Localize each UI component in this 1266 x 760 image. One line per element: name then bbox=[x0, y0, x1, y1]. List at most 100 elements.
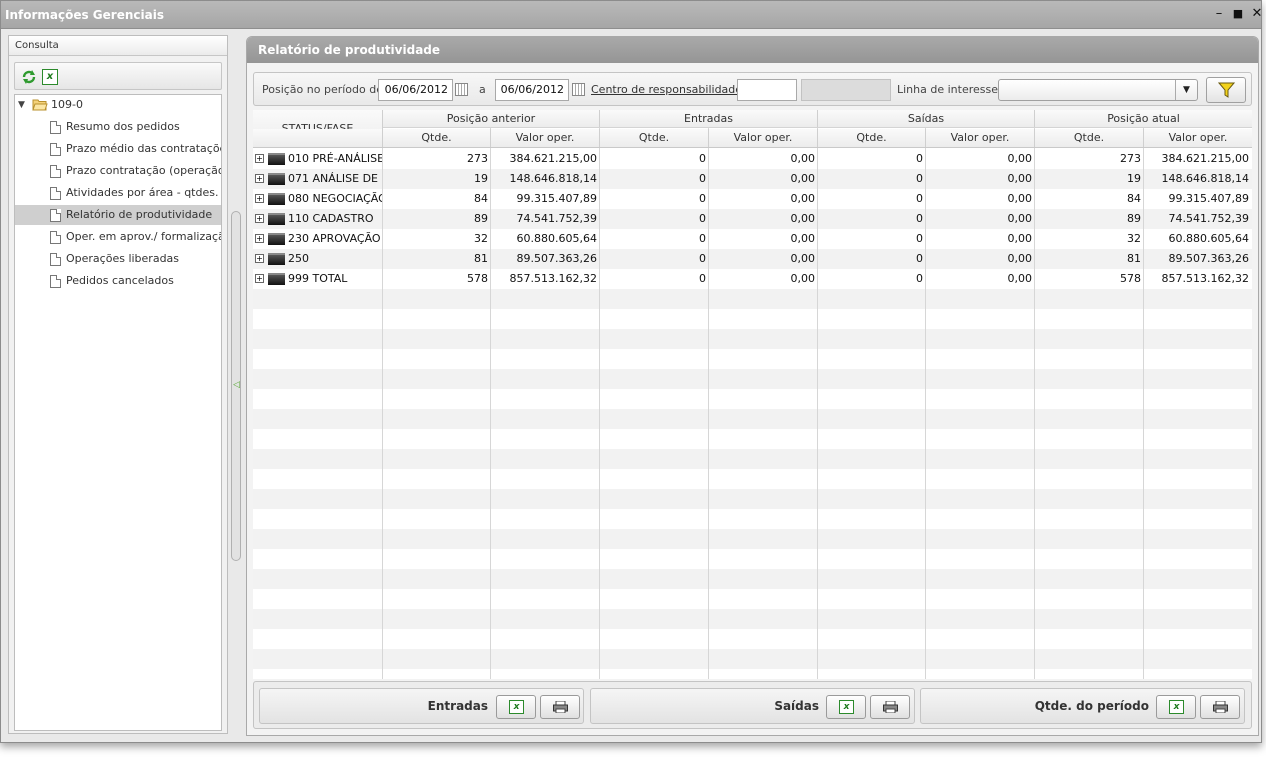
empty-row bbox=[253, 369, 1252, 389]
calendar-to-icon[interactable] bbox=[572, 83, 585, 96]
valor-cell: 74.541.752,39 bbox=[516, 212, 597, 225]
refresh-icon[interactable] bbox=[21, 69, 37, 85]
center-link[interactable]: Centro de responsabilidade: bbox=[591, 83, 746, 96]
status-cell: 250 bbox=[288, 252, 309, 265]
excel-export-icon[interactable]: x bbox=[42, 69, 58, 85]
entradas-excel-button[interactable]: x bbox=[496, 695, 536, 719]
tree-item[interactable]: Operações liberadas bbox=[15, 249, 221, 269]
query-panel-header: Consulta bbox=[9, 36, 227, 56]
qtde-cell: 578 bbox=[467, 272, 488, 285]
tree-item-label: Resumo dos pedidos bbox=[66, 120, 180, 133]
panel-splitter[interactable]: ◁ bbox=[231, 211, 241, 561]
empty-row bbox=[253, 489, 1252, 509]
tree-item-label: Relatório de produtividade bbox=[66, 208, 213, 221]
qtde-cell: 32 bbox=[1127, 232, 1141, 245]
valor-cell: 148.646.818,14 bbox=[509, 172, 597, 185]
qtde-cell: 0 bbox=[916, 212, 923, 225]
saidas-print-button[interactable] bbox=[870, 695, 910, 719]
qtde-column-header[interactable]: Qtde. bbox=[383, 129, 491, 147]
valor-column-header[interactable]: Valor oper. bbox=[491, 129, 600, 147]
expand-row-icon[interactable]: + bbox=[255, 154, 264, 163]
table-row[interactable]: +010 PRÉ-ANÁLISE 273 384.621.215,00 0 0,00 0 0… bbox=[253, 149, 1252, 169]
tree-item[interactable]: Atividades por área - qtdes. bbox=[15, 183, 221, 203]
periodo-print-button[interactable] bbox=[1200, 695, 1240, 719]
valor-cell: 0,00 bbox=[1007, 232, 1033, 245]
tree-item-label: Prazo médio das contratações bbox=[66, 142, 221, 155]
valor-cell: 0,00 bbox=[1007, 192, 1033, 205]
valor-column-header[interactable]: Valor oper. bbox=[709, 129, 818, 147]
date-from-input[interactable]: 06/06/2012 bbox=[378, 79, 453, 101]
folder-icon bbox=[268, 173, 285, 185]
valor-cell: 99.315.407,89 bbox=[1168, 192, 1249, 205]
periodo-excel-button[interactable]: x bbox=[1156, 695, 1196, 719]
center-code-input[interactable] bbox=[737, 79, 797, 101]
title-bar: Informações Gerenciais – ■ ✕ bbox=[1, 1, 1262, 29]
qtde-cell: 273 bbox=[467, 152, 488, 165]
apply-filter-button[interactable] bbox=[1206, 77, 1246, 103]
qtde-column-header[interactable]: Qtde. bbox=[1035, 129, 1144, 147]
table-row[interactable]: +250 81 89.507.363,26 0 0,00 0 0,00 81 89.507.36… bbox=[253, 249, 1252, 269]
report-tree: ▼ 109-0 Resumo dos pedidos Prazo médio da… bbox=[14, 94, 222, 731]
group-header-saidas: Saídas bbox=[818, 110, 1035, 127]
grid-line bbox=[599, 110, 600, 679]
tree-item[interactable]: Pedidos cancelados bbox=[15, 271, 221, 291]
expand-row-icon[interactable]: + bbox=[255, 214, 264, 223]
document-icon bbox=[50, 209, 61, 222]
chevron-down-icon[interactable]: ▼ bbox=[1175, 80, 1197, 100]
saidas-excel-button[interactable]: x bbox=[826, 695, 866, 719]
empty-row bbox=[253, 349, 1252, 369]
expand-row-icon[interactable]: + bbox=[255, 174, 264, 183]
tree-root-node[interactable]: ▼ 109-0 bbox=[15, 95, 221, 115]
interest-select[interactable]: ▼ bbox=[998, 79, 1198, 101]
valor-cell: 0,00 bbox=[1007, 172, 1033, 185]
qtde-column-header[interactable]: Qtde. bbox=[818, 129, 926, 147]
folder-open-icon bbox=[32, 99, 48, 111]
maximize-icon[interactable]: ■ bbox=[1230, 6, 1246, 22]
tree-item[interactable]: Prazo médio das contratações bbox=[15, 139, 221, 159]
expand-row-icon[interactable]: + bbox=[255, 234, 264, 243]
minimize-icon[interactable]: – bbox=[1211, 6, 1227, 22]
valor-column-header[interactable]: Valor oper. bbox=[1144, 129, 1252, 147]
tree-item[interactable]: Oper. em aprov./ formalizaçã bbox=[15, 227, 221, 247]
tree-item-label: Atividades por área - qtdes. bbox=[66, 186, 219, 199]
qtde-cell: 89 bbox=[474, 212, 488, 225]
collapse-arrow-icon[interactable]: ▼ bbox=[18, 95, 25, 115]
interest-label: Linha de interesse: bbox=[897, 83, 1002, 96]
valor-column-header[interactable]: Valor oper. bbox=[926, 129, 1035, 147]
excel-icon: x bbox=[839, 700, 854, 714]
empty-row bbox=[253, 529, 1252, 549]
table-row[interactable]: +230 APROVAÇÃO 32 60.880.605,64 0 0,00 0 0,00 3… bbox=[253, 229, 1252, 249]
qtde-column-header[interactable]: Qtde. bbox=[600, 129, 709, 147]
close-icon[interactable]: ✕ bbox=[1249, 6, 1265, 22]
tree-item-label: Prazo contratação (operação) bbox=[66, 164, 221, 177]
valor-cell: 0,00 bbox=[790, 252, 816, 265]
expand-row-icon[interactable]: + bbox=[255, 194, 264, 203]
period-label: Posição no período de: bbox=[262, 83, 387, 96]
excel-icon: x bbox=[1169, 700, 1184, 714]
table-row[interactable]: +999 TOTAL 578 857.513.162,32 0 0,00 0 0,00 578… bbox=[253, 269, 1252, 289]
date-separator: a bbox=[479, 83, 486, 96]
calendar-from-icon[interactable] bbox=[455, 83, 468, 96]
empty-row bbox=[253, 629, 1252, 649]
grid-line bbox=[1034, 110, 1035, 679]
folder-icon bbox=[268, 213, 285, 225]
entradas-print-button[interactable] bbox=[540, 695, 580, 719]
qtde-cell: 273 bbox=[1120, 152, 1141, 165]
tree-item[interactable]: Relatório de produtividade bbox=[15, 205, 221, 225]
qtde-cell: 0 bbox=[699, 252, 706, 265]
collapse-left-icon[interactable]: ◁ bbox=[233, 380, 240, 390]
empty-row bbox=[253, 409, 1252, 429]
tree-item[interactable]: Resumo dos pedidos bbox=[15, 117, 221, 137]
table-row[interactable]: +080 NEGOCIAÇÃO 84 99.315.407,89 0 0,00 0 0,00… bbox=[253, 189, 1252, 209]
expand-row-icon[interactable]: + bbox=[255, 274, 264, 283]
empty-row bbox=[253, 429, 1252, 449]
query-toolbar: x bbox=[14, 62, 222, 90]
table-row[interactable]: +110 CADASTRO 89 74.541.752,39 0 0,00 0 0,00 89… bbox=[253, 209, 1252, 229]
expand-row-icon[interactable]: + bbox=[255, 254, 264, 263]
date-to-input[interactable]: 06/06/2012 bbox=[495, 79, 569, 101]
tree-item[interactable]: Prazo contratação (operação) bbox=[15, 161, 221, 181]
grid-line bbox=[708, 110, 709, 679]
table-row[interactable]: +071 ANÁLISE DE 19 148.646.818,14 0 0,00 0 0,0… bbox=[253, 169, 1252, 189]
valor-cell: 0,00 bbox=[790, 232, 816, 245]
grid-header-groups: STATUS/FASE Posição anterior Entradas Sa… bbox=[253, 110, 1252, 148]
